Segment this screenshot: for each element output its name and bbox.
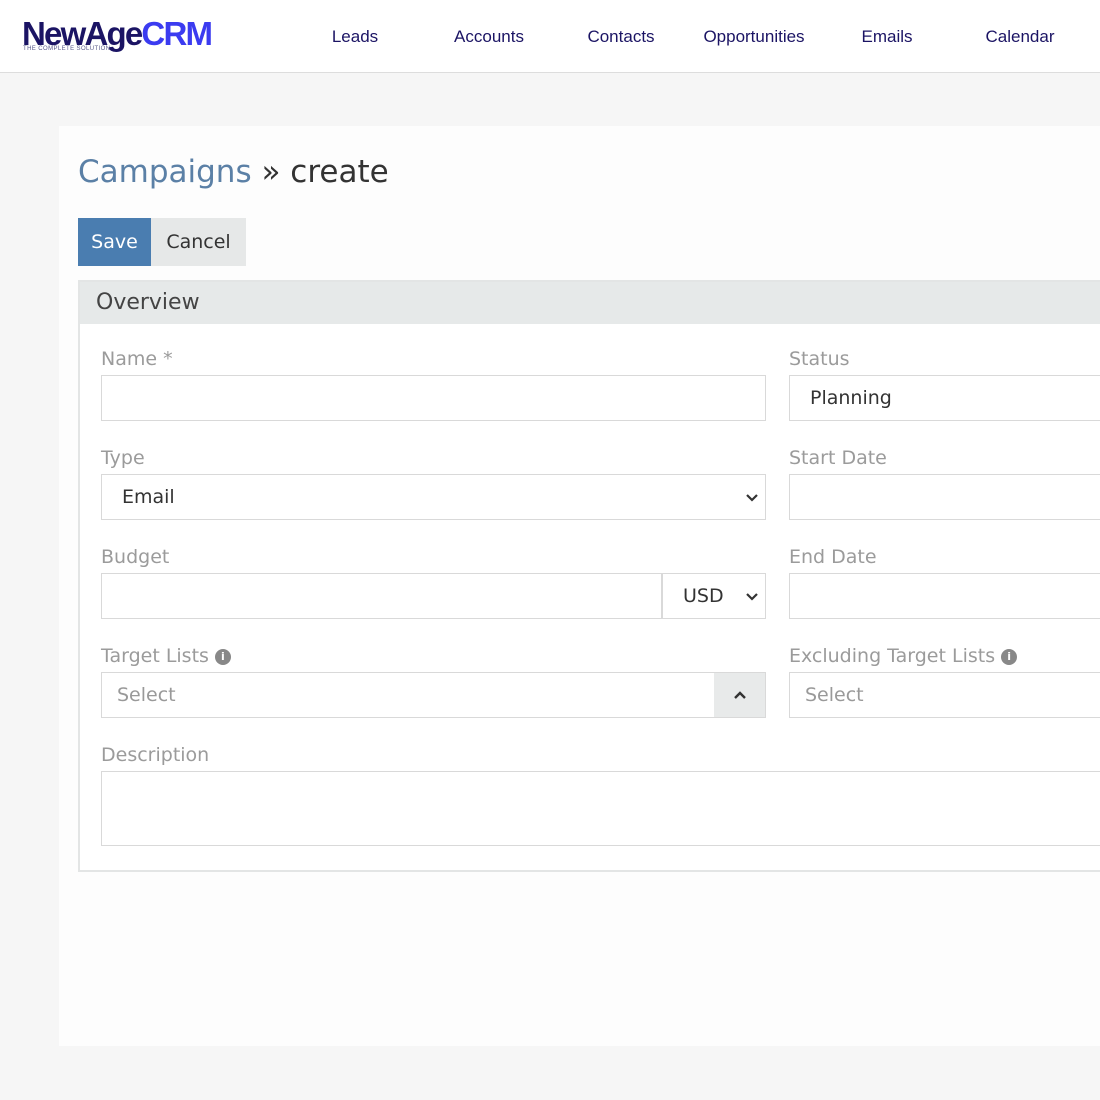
page-title: Campaigns » create xyxy=(78,150,389,194)
info-icon[interactable]: i xyxy=(214,649,231,665)
nav-emails[interactable]: Emails xyxy=(852,26,922,48)
breadcrumb-current: create xyxy=(290,154,389,190)
cancel-button[interactable]: Cancel xyxy=(151,218,246,266)
excluding-target-lists-label: Excluding Target Lists i xyxy=(789,643,1018,669)
name-label: Name * xyxy=(101,348,173,370)
target-lists-select[interactable]: Select xyxy=(101,672,766,718)
nav-contacts[interactable]: Contacts xyxy=(576,26,666,48)
status-value: Planning xyxy=(810,387,892,409)
currency-divider xyxy=(661,574,663,618)
overview-title: Overview xyxy=(96,290,200,315)
excluding-target-lists-label-text: Excluding Target Lists xyxy=(789,645,996,667)
nav-leads[interactable]: Leads xyxy=(315,26,395,48)
breadcrumb-separator: » xyxy=(261,154,281,190)
type-value: Email xyxy=(122,486,175,508)
description-label: Description xyxy=(101,744,210,766)
type-select[interactable]: Email xyxy=(101,474,766,520)
chevron-down-icon xyxy=(746,593,758,601)
nav-opportunities[interactable]: Opportunities xyxy=(692,26,816,48)
target-lists-label-text: Target Lists xyxy=(101,645,209,667)
overview-header xyxy=(80,282,1100,324)
end-date-label: End Date xyxy=(789,546,877,568)
currency-value[interactable]: USD xyxy=(683,574,724,618)
chevron-down-icon xyxy=(746,494,758,502)
nav-calendar[interactable]: Calendar xyxy=(975,26,1065,48)
logo-tagline: THE COMPLETE SOLUTION xyxy=(23,46,111,52)
description-textarea[interactable] xyxy=(101,771,1100,846)
target-lists-toggle[interactable] xyxy=(714,673,765,717)
type-label: Type xyxy=(101,447,145,469)
save-button[interactable]: Save xyxy=(78,218,151,266)
budget-label: Budget xyxy=(101,546,170,568)
start-date-label: Start Date xyxy=(789,447,887,469)
end-date-input[interactable] xyxy=(789,573,1100,619)
chevron-up-icon xyxy=(734,691,746,699)
budget-field: USD xyxy=(101,573,766,619)
start-date-input[interactable] xyxy=(789,474,1100,520)
name-input[interactable] xyxy=(101,375,766,421)
target-lists-placeholder: Select xyxy=(117,684,176,706)
excluding-target-lists-placeholder: Select xyxy=(805,684,864,706)
nav-accounts[interactable]: Accounts xyxy=(439,26,539,48)
top-navbar: NewAgeCRM THE COMPLETE SOLUTION Leads Ac… xyxy=(0,0,1100,73)
target-lists-label: Target Lists i xyxy=(101,643,231,669)
logo-text-crm: CRM xyxy=(141,15,213,52)
status-label: Status xyxy=(789,348,850,370)
info-icon[interactable]: i xyxy=(1001,649,1018,665)
excluding-target-lists-select[interactable]: Select xyxy=(789,672,1100,718)
breadcrumb-campaigns-link[interactable]: Campaigns xyxy=(78,154,252,190)
brand-logo[interactable]: NewAgeCRM THE COMPLETE SOLUTION xyxy=(22,14,242,58)
status-select[interactable]: Planning xyxy=(789,375,1100,421)
